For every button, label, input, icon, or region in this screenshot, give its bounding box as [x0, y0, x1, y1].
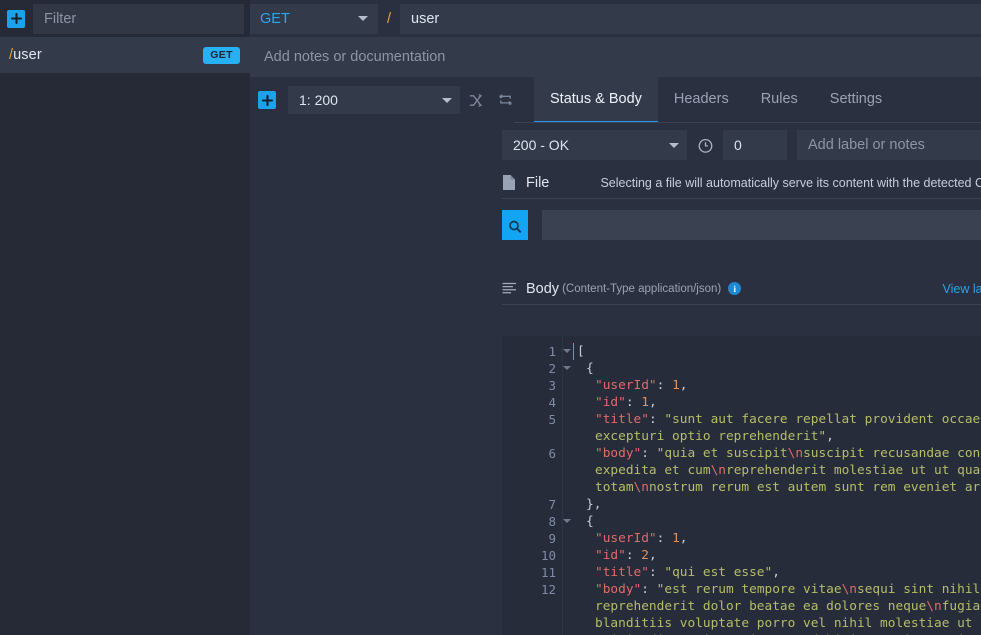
- response-label-input[interactable]: [797, 130, 981, 160]
- code-line: "body": "est rerum tempore vitae\nsequi …: [595, 582, 981, 635]
- response-select[interactable]: 1: 200: [288, 86, 460, 114]
- clock-icon: [698, 138, 712, 153]
- line-number: 2: [502, 360, 571, 377]
- url-bar: GET /: [250, 0, 981, 37]
- line-number: 3: [548, 378, 556, 393]
- line-number: 12: [540, 582, 556, 597]
- file-section-hint: Selecting a file will automatically serv…: [600, 175, 981, 190]
- response-select-label: 1: 200: [299, 92, 338, 108]
- response-tabs: Status & Body Headers Rules Settings: [534, 77, 898, 123]
- body-lines-icon: [502, 282, 526, 295]
- body-content-type: (Content-Type application/json): [562, 282, 722, 295]
- url-slash: /: [386, 10, 392, 27]
- routes-sidebar: /user GET: [0, 0, 250, 635]
- status-code-select[interactable]: 200 - OK: [502, 130, 687, 160]
- shuffle-icon: [469, 93, 482, 107]
- add-route-button[interactable]: [7, 9, 25, 28]
- code-line: {: [586, 514, 594, 529]
- sidebar-toolbar: [0, 0, 250, 37]
- tab-settings[interactable]: Settings: [814, 77, 898, 123]
- status-row: 200 - OK: [250, 123, 981, 167]
- file-path-input[interactable]: [542, 210, 981, 240]
- code-line: "id": 2,: [595, 548, 657, 563]
- tab-status-and-body[interactable]: Status & Body: [534, 77, 658, 123]
- route-name: user: [13, 47, 42, 63]
- line-number: 7: [548, 497, 556, 512]
- code-line: "title": "sunt aut facere repellat provi…: [595, 412, 981, 444]
- main-panel: GET / user Add notes or documentation 1:…: [250, 0, 981, 635]
- info-icon[interactable]: i: [728, 282, 742, 295]
- app-window: /user GET GET /: [0, 0, 981, 635]
- line-number: 1: [502, 343, 571, 360]
- body-section-header: Body (Content-Type application/json) i V…: [502, 273, 981, 305]
- sidebar-route-user[interactable]: /user GET: [0, 37, 250, 73]
- documentation-row: [250, 37, 981, 77]
- route-method-badge: GET: [203, 46, 240, 64]
- editor-code-area[interactable]: [{"userId": 1, "id": 1, "title": "sunt aut…: [562, 336, 981, 635]
- random-response-button[interactable]: [460, 86, 490, 114]
- status-code-label: 200 - OK: [513, 137, 570, 153]
- code-line: "userId": 1,: [595, 531, 688, 546]
- code-line: },: [586, 497, 602, 512]
- toolbar-underline: [514, 122, 981, 123]
- line-number: 4: [548, 395, 556, 410]
- line-number: 9: [548, 531, 556, 546]
- code-line: "userId": 1,: [595, 378, 688, 393]
- file-section-header: File Selecting a file will automatically…: [502, 167, 981, 199]
- repeat-icon: [498, 93, 512, 105]
- browse-file-button[interactable]: [502, 210, 528, 240]
- file-icon: [502, 174, 526, 191]
- view-last-body-sent-link[interactable]: View last body sent: [943, 282, 981, 296]
- line-number: 8: [502, 513, 571, 530]
- tab-rules[interactable]: Rules: [745, 77, 814, 123]
- body-code-editor[interactable]: 1 2 3 4 5 6 7 8 9 10 11 12 [{"userId": 1, "id": 1, "t…: [502, 336, 981, 635]
- chevron-down-icon: [442, 97, 452, 103]
- code-line: "body": "quia et suscipit\nsuscipit recu…: [595, 446, 981, 495]
- editor-gutter: 1 2 3 4 5 6 7 8 9 10 11 12: [502, 336, 571, 635]
- body-section-title: Body: [526, 280, 560, 297]
- http-method-select[interactable]: GET: [250, 3, 378, 34]
- code-line: {: [586, 361, 594, 376]
- add-response-button[interactable]: [258, 91, 276, 109]
- chevron-down-icon: [358, 16, 368, 21]
- code-line: [: [573, 343, 981, 360]
- code-line: "id": 1,: [595, 395, 657, 410]
- routes-filter-input[interactable]: [33, 3, 244, 34]
- file-picker-row: [502, 199, 981, 251]
- code-line: "title": "qui est esse",: [595, 565, 780, 580]
- route-path-input[interactable]: [400, 3, 981, 34]
- route-path: /user: [9, 47, 42, 63]
- tab-headers[interactable]: Headers: [658, 77, 745, 123]
- latency-icon-button[interactable]: [687, 130, 723, 160]
- line-number: 6: [548, 446, 556, 461]
- sequential-response-button[interactable]: [490, 86, 520, 114]
- line-number: 11: [540, 565, 556, 580]
- plus-icon: [261, 94, 273, 106]
- file-section-title: File: [526, 174, 550, 191]
- file-search-icon: [507, 215, 522, 235]
- line-number: 5: [548, 412, 556, 427]
- latency-input[interactable]: [723, 130, 787, 160]
- response-toolbar: 1: 200 Status & Body Headers Rules Setti…: [250, 77, 981, 123]
- plus-icon: [10, 13, 22, 24]
- http-method-label: GET: [260, 10, 290, 27]
- documentation-input[interactable]: [250, 37, 981, 77]
- line-number: 10: [540, 548, 556, 563]
- chevron-down-icon: [669, 142, 679, 148]
